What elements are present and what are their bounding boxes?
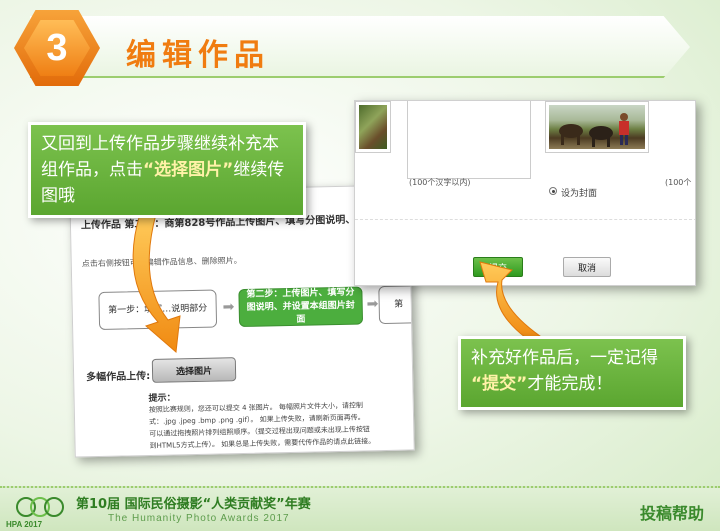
help-link[interactable]: 投稿帮助 [640, 500, 704, 524]
cancel-button[interactable]: 取消 [563, 257, 611, 277]
callout-highlight: “选择图片” [143, 160, 234, 180]
set-cover-radio[interactable] [549, 187, 557, 195]
callout-text: 才能完成！ [527, 374, 613, 394]
submit-button[interactable]: 提交 [473, 257, 523, 277]
step-number: 3 [24, 20, 90, 76]
tips-title: 提示： [148, 393, 176, 404]
footer-subtitle: The Humanity Photo Awards 2017 [108, 513, 290, 524]
callout-submit: 补充好作品后，一定记得 “提交”才能完成！ [458, 336, 686, 410]
char-limit-note: (100个汉字以内) [409, 178, 471, 187]
multi-upload-label: 多幅作品上传: [86, 370, 151, 384]
flow-arrow-icon: ➡ [222, 299, 235, 316]
edit-photos-screenshot: (100个汉字以内) (100个 设为封面 提交 取消 [354, 100, 696, 286]
footer-title: 第10届 国际民俗摄影“人类贡献奖”年赛 [76, 497, 311, 512]
flow-step-3: 第 [378, 285, 415, 325]
photo-thumbnail [355, 101, 391, 153]
page-title: 编辑作品 [126, 38, 270, 73]
photo-thumbnail [545, 101, 649, 153]
set-cover-label: 设为封面 [561, 189, 598, 199]
callout-highlight: “提交” [471, 374, 528, 394]
caption-textarea[interactable] [407, 101, 531, 179]
hpa-logo [16, 497, 64, 517]
flow-step-2: 第二步：上传图片、填写分图说明、并设置本组图片封面 [238, 286, 364, 328]
callout-select-image: 又回到上传作品步骤继续补充本组作品，点击“选择图片”继续传图哦 [28, 122, 306, 218]
flow-step-1: 第一步：填写…说明部分 [98, 289, 218, 330]
divider [355, 219, 695, 220]
char-limit-note: (100个 [665, 178, 692, 187]
upload-hint: 点击右侧按钮可…编辑作品信息、删除照片。 [81, 255, 242, 269]
callout-text: 补充好作品后，一定记得 [471, 348, 658, 368]
select-image-button[interactable]: 选择图片 [151, 357, 237, 383]
footer: HPA 2017 第10届 国际民俗摄影“人类贡献奖”年赛 The Humani… [0, 486, 720, 531]
tips-line: 到HTML5方式上传）。 如果总是上传失败，需要代传作品的请点此链接。 [149, 437, 376, 450]
flow-arrow-icon: ➡ [366, 296, 379, 313]
logo-text: HPA 2017 [6, 520, 43, 529]
